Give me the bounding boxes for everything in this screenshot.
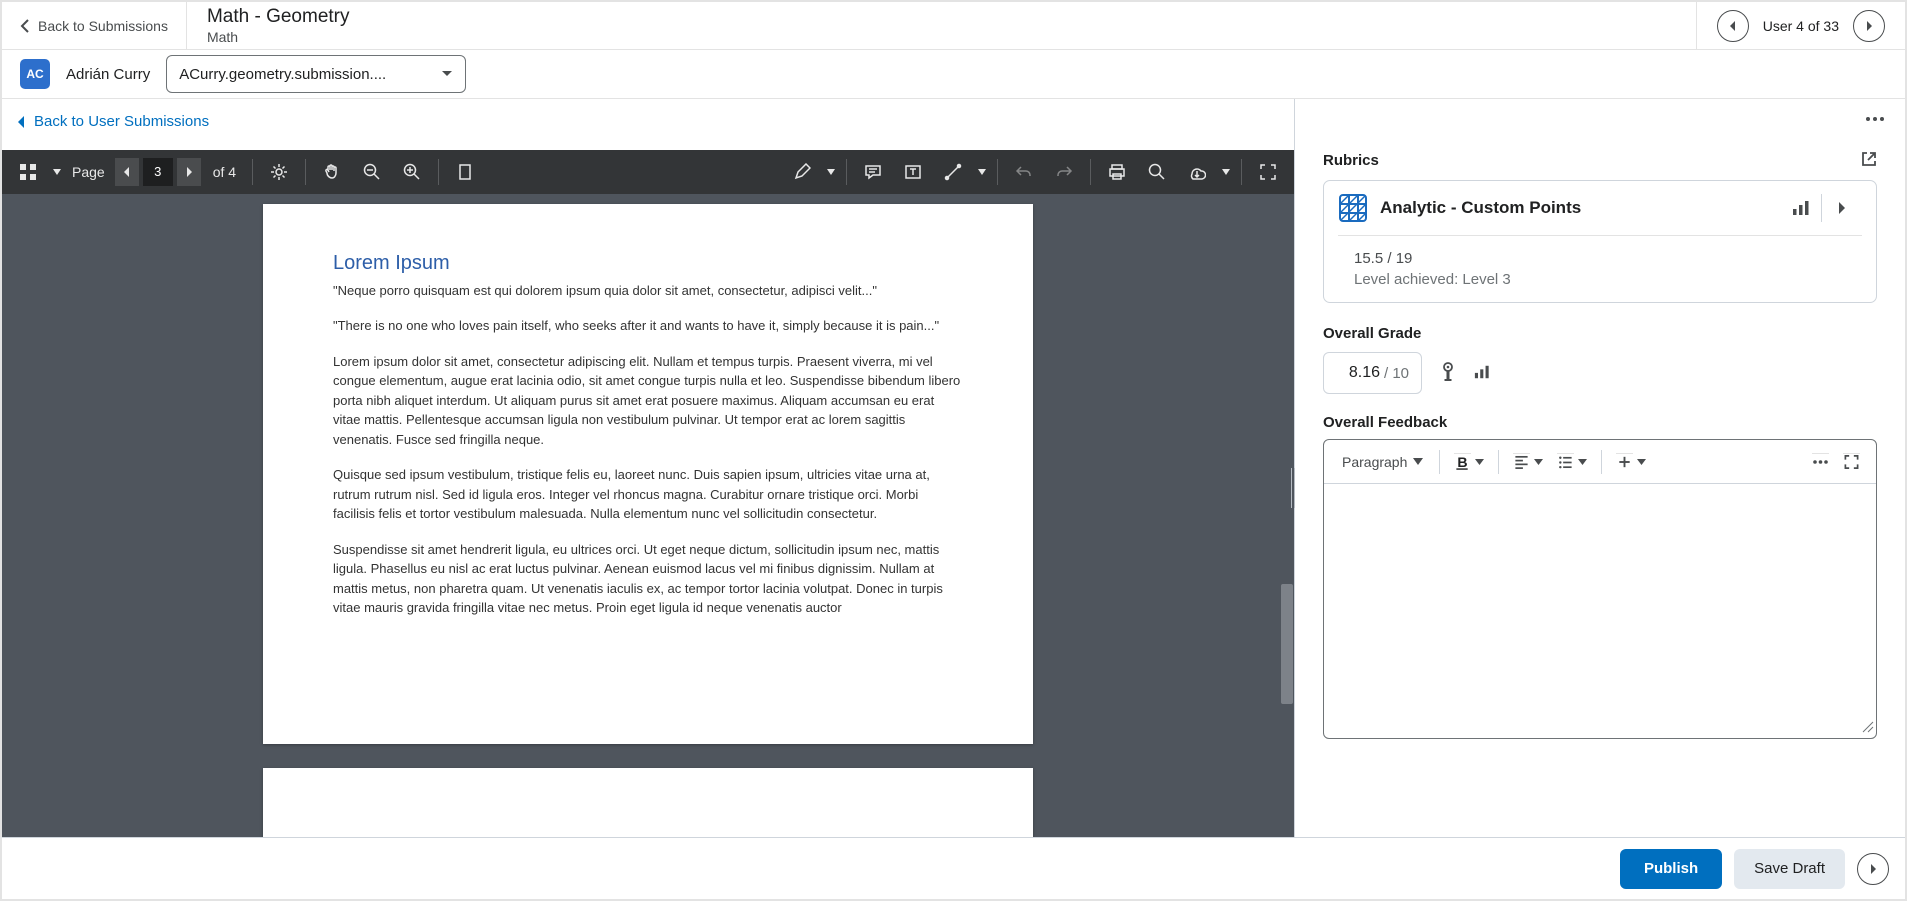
- insert-button[interactable]: [1610, 449, 1652, 474]
- grade-max: / 10: [1384, 365, 1409, 382]
- rubric-icon: [1338, 193, 1368, 223]
- zoom-in-icon[interactable]: [394, 154, 430, 190]
- doc-quote-1: "Neque porro quisquam est qui dolorem ip…: [333, 281, 963, 301]
- search-icon[interactable]: [1139, 154, 1175, 190]
- back-to-submissions[interactable]: Back to Submissions: [2, 2, 187, 49]
- redo-icon[interactable]: [1046, 154, 1082, 190]
- doc-quote-2: "There is no one who loves pain itself, …: [333, 316, 963, 336]
- print-icon[interactable]: [1099, 154, 1135, 190]
- student-avatar: AC: [20, 59, 50, 89]
- pen-icon[interactable]: [784, 154, 820, 190]
- rubric-score: 15.5 / 19: [1354, 250, 1846, 267]
- page-number-input[interactable]: 3: [143, 158, 173, 186]
- pdf-page-next: [263, 768, 1033, 838]
- editor-more-icon[interactable]: [1806, 449, 1835, 474]
- format-dropdown[interactable]: Paragraph: [1334, 450, 1431, 474]
- download-dropdown[interactable]: [1219, 169, 1233, 175]
- panel-resize-handle[interactable]: [1291, 468, 1297, 508]
- note-icon[interactable]: [855, 154, 891, 190]
- student-name: Adrián Curry: [66, 66, 150, 83]
- grade-stats-icon[interactable]: [1474, 362, 1490, 385]
- publish-button[interactable]: Publish: [1620, 849, 1722, 889]
- overall-feedback-label: Overall Feedback: [1323, 414, 1877, 431]
- grade-input[interactable]: 8.16 / 10: [1323, 352, 1422, 394]
- prev-page-button[interactable]: [115, 158, 139, 186]
- page-total-label: of 4: [213, 164, 236, 180]
- back-to-user-submissions[interactable]: Back to User Submissions: [16, 113, 209, 130]
- next-user-button[interactable]: [1853, 10, 1885, 42]
- rubrics-popout-icon[interactable]: [1861, 151, 1877, 170]
- grade-value: 8.16: [1336, 364, 1380, 382]
- pdf-viewport[interactable]: Lorem Ipsum "Neque porro quisquam est qu…: [2, 194, 1294, 838]
- assignment-title-block: Math - Geometry Math: [187, 6, 1696, 45]
- bold-button[interactable]: B: [1448, 449, 1490, 474]
- pdf-page: Lorem Ipsum "Neque porro quisquam est qu…: [263, 204, 1033, 744]
- svg-text:B: B: [1458, 454, 1468, 470]
- list-button[interactable]: [1551, 449, 1593, 474]
- overall-grade-label: Overall Grade: [1323, 325, 1877, 342]
- submission-file-dropdown[interactable]: ACurry.geometry.submission....: [166, 55, 466, 93]
- rubric-title: Analytic - Custom Points: [1380, 198, 1769, 218]
- settings-icon[interactable]: [261, 154, 297, 190]
- grade-suggest-icon[interactable]: [1440, 362, 1456, 385]
- pan-icon[interactable]: [314, 154, 350, 190]
- text-box-icon[interactable]: [895, 154, 931, 190]
- format-label: Paragraph: [1342, 454, 1407, 470]
- editor-resize-handle[interactable]: [1860, 719, 1874, 736]
- doc-para-2: Quisque sed ipsum vestibulum, tristique …: [333, 465, 963, 524]
- fit-page-icon[interactable]: [447, 154, 483, 190]
- doc-heading: Lorem Ipsum: [333, 252, 963, 275]
- editor-fullscreen-icon[interactable]: [1837, 449, 1866, 474]
- view-mode-icon[interactable]: [10, 154, 46, 190]
- save-draft-button[interactable]: Save Draft: [1734, 849, 1845, 889]
- pen-dropdown[interactable]: [824, 169, 838, 175]
- submission-file-name: ACurry.geometry.submission....: [179, 66, 386, 83]
- line-dropdown[interactable]: [975, 169, 989, 175]
- rubric-level: Level achieved: Level 3: [1354, 271, 1846, 288]
- rubric-card: Analytic - Custom Points 15.5 / 19 Level…: [1323, 180, 1877, 303]
- fullscreen-icon[interactable]: [1250, 154, 1286, 190]
- rubric-stats-icon[interactable]: [1781, 200, 1821, 216]
- prev-user-button[interactable]: [1717, 10, 1749, 42]
- page-label: Page: [72, 164, 105, 180]
- next-page-button[interactable]: [177, 158, 201, 186]
- assignment-title: Math - Geometry: [207, 6, 1676, 29]
- doc-para-1: Lorem ipsum dolor sit amet, consectetur …: [333, 352, 963, 450]
- zoom-out-icon[interactable]: [354, 154, 390, 190]
- pdf-toolbar: Page 3 of 4: [2, 150, 1294, 194]
- align-button[interactable]: [1507, 449, 1549, 474]
- rubrics-section-label: Rubrics: [1323, 152, 1379, 169]
- scrollbar-thumb[interactable]: [1281, 584, 1293, 704]
- assignment-subtitle: Math: [207, 29, 1676, 45]
- doc-para-3: Suspendisse sit amet hendrerit ligula, e…: [333, 540, 963, 618]
- rubric-expand-icon[interactable]: [1822, 201, 1862, 215]
- back-to-user-submissions-label: Back to User Submissions: [34, 113, 209, 130]
- line-icon[interactable]: [935, 154, 971, 190]
- next-action-button[interactable]: [1857, 853, 1889, 885]
- panel-more-icon[interactable]: [1865, 109, 1885, 125]
- undo-icon[interactable]: [1006, 154, 1042, 190]
- feedback-textarea[interactable]: [1324, 484, 1876, 738]
- user-position-label: User 4 of 33: [1763, 18, 1839, 34]
- back-to-submissions-label: Back to Submissions: [38, 18, 168, 34]
- feedback-editor: Paragraph B: [1323, 439, 1877, 739]
- view-mode-dropdown[interactable]: [50, 169, 64, 175]
- download-icon[interactable]: [1179, 154, 1215, 190]
